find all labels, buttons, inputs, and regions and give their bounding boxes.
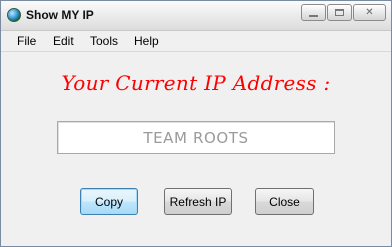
ip-address-value: TEAM ROOTS <box>143 128 249 147</box>
menu-bar: File Edit Tools Help <box>1 31 391 52</box>
title-bar[interactable]: Show MY IP ✕ <box>1 1 391 31</box>
minimize-button[interactable] <box>301 4 326 21</box>
menu-file[interactable]: File <box>17 33 36 49</box>
menu-tools[interactable]: Tools <box>90 33 118 49</box>
close-icon: ✕ <box>365 7 374 18</box>
minimize-icon <box>302 5 325 20</box>
menu-help[interactable]: Help <box>134 33 159 49</box>
globe-icon[interactable] <box>7 8 21 22</box>
maximize-button[interactable] <box>327 4 352 21</box>
ip-address-field[interactable]: TEAM ROOTS <box>57 121 335 154</box>
refresh-ip-button[interactable]: Refresh IP <box>164 188 232 215</box>
ip-headline: Your Current IP Address : <box>61 71 331 95</box>
menu-edit[interactable]: Edit <box>53 33 74 49</box>
maximize-icon <box>328 5 351 20</box>
caption-buttons: ✕ <box>300 4 386 24</box>
close-button[interactable]: Close <box>255 188 314 215</box>
window-title: Show MY IP <box>26 8 94 22</box>
copy-button[interactable]: Copy <box>80 188 138 215</box>
client-area: Your Current IP Address : TEAM ROOTS Cop… <box>1 52 391 246</box>
close-window-button[interactable]: ✕ <box>353 4 386 21</box>
app-window: Show MY IP ✕ File Edit Tools Help Your C… <box>0 0 392 247</box>
